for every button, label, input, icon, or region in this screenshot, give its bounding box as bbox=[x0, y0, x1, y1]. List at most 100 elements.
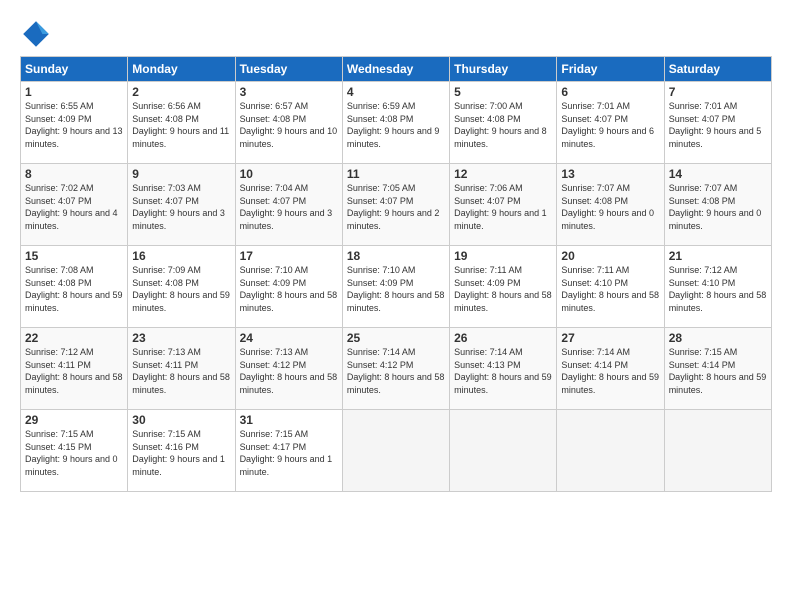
logo-icon bbox=[20, 18, 52, 50]
calendar-cell: 12 Sunrise: 7:06 AM Sunset: 4:07 PM Dayl… bbox=[450, 164, 557, 246]
day-detail: Sunrise: 7:14 AM Sunset: 4:14 PM Dayligh… bbox=[561, 346, 659, 396]
calendar-cell: 30 Sunrise: 7:15 AM Sunset: 4:16 PM Dayl… bbox=[128, 410, 235, 492]
calendar-week-row: 22 Sunrise: 7:12 AM Sunset: 4:11 PM Dayl… bbox=[21, 328, 772, 410]
day-detail: Sunrise: 6:55 AM Sunset: 4:09 PM Dayligh… bbox=[25, 100, 123, 150]
day-number: 7 bbox=[669, 85, 767, 99]
day-detail: Sunrise: 7:01 AM Sunset: 4:07 PM Dayligh… bbox=[561, 100, 659, 150]
day-number: 1 bbox=[25, 85, 123, 99]
day-detail: Sunrise: 7:05 AM Sunset: 4:07 PM Dayligh… bbox=[347, 182, 445, 232]
calendar-day-header: Thursday bbox=[450, 57, 557, 82]
calendar-cell: 18 Sunrise: 7:10 AM Sunset: 4:09 PM Dayl… bbox=[342, 246, 449, 328]
day-number: 19 bbox=[454, 249, 552, 263]
day-number: 13 bbox=[561, 167, 659, 181]
day-detail: Sunrise: 7:00 AM Sunset: 4:08 PM Dayligh… bbox=[454, 100, 552, 150]
calendar-cell: 20 Sunrise: 7:11 AM Sunset: 4:10 PM Dayl… bbox=[557, 246, 664, 328]
day-detail: Sunrise: 7:11 AM Sunset: 4:10 PM Dayligh… bbox=[561, 264, 659, 314]
calendar-cell: 5 Sunrise: 7:00 AM Sunset: 4:08 PM Dayli… bbox=[450, 82, 557, 164]
calendar-cell: 11 Sunrise: 7:05 AM Sunset: 4:07 PM Dayl… bbox=[342, 164, 449, 246]
calendar-week-row: 8 Sunrise: 7:02 AM Sunset: 4:07 PM Dayli… bbox=[21, 164, 772, 246]
calendar-cell bbox=[342, 410, 449, 492]
day-detail: Sunrise: 7:08 AM Sunset: 4:08 PM Dayligh… bbox=[25, 264, 123, 314]
calendar-cell: 24 Sunrise: 7:13 AM Sunset: 4:12 PM Dayl… bbox=[235, 328, 342, 410]
day-detail: Sunrise: 7:01 AM Sunset: 4:07 PM Dayligh… bbox=[669, 100, 767, 150]
calendar-cell: 27 Sunrise: 7:14 AM Sunset: 4:14 PM Dayl… bbox=[557, 328, 664, 410]
calendar-cell: 4 Sunrise: 6:59 AM Sunset: 4:08 PM Dayli… bbox=[342, 82, 449, 164]
calendar-cell: 6 Sunrise: 7:01 AM Sunset: 4:07 PM Dayli… bbox=[557, 82, 664, 164]
day-detail: Sunrise: 6:59 AM Sunset: 4:08 PM Dayligh… bbox=[347, 100, 445, 150]
day-number: 16 bbox=[132, 249, 230, 263]
calendar-cell: 10 Sunrise: 7:04 AM Sunset: 4:07 PM Dayl… bbox=[235, 164, 342, 246]
day-number: 20 bbox=[561, 249, 659, 263]
calendar-cell: 29 Sunrise: 7:15 AM Sunset: 4:15 PM Dayl… bbox=[21, 410, 128, 492]
day-number: 8 bbox=[25, 167, 123, 181]
calendar-cell: 3 Sunrise: 6:57 AM Sunset: 4:08 PM Dayli… bbox=[235, 82, 342, 164]
header bbox=[20, 18, 772, 50]
day-number: 2 bbox=[132, 85, 230, 99]
calendar-day-header: Saturday bbox=[664, 57, 771, 82]
logo bbox=[20, 18, 56, 50]
day-number: 18 bbox=[347, 249, 445, 263]
day-detail: Sunrise: 7:03 AM Sunset: 4:07 PM Dayligh… bbox=[132, 182, 230, 232]
calendar-day-header: Tuesday bbox=[235, 57, 342, 82]
day-detail: Sunrise: 7:14 AM Sunset: 4:13 PM Dayligh… bbox=[454, 346, 552, 396]
calendar-cell: 8 Sunrise: 7:02 AM Sunset: 4:07 PM Dayli… bbox=[21, 164, 128, 246]
day-number: 5 bbox=[454, 85, 552, 99]
day-number: 15 bbox=[25, 249, 123, 263]
day-detail: Sunrise: 7:14 AM Sunset: 4:12 PM Dayligh… bbox=[347, 346, 445, 396]
calendar-week-row: 29 Sunrise: 7:15 AM Sunset: 4:15 PM Dayl… bbox=[21, 410, 772, 492]
calendar-cell: 31 Sunrise: 7:15 AM Sunset: 4:17 PM Dayl… bbox=[235, 410, 342, 492]
day-number: 30 bbox=[132, 413, 230, 427]
calendar-day-header: Monday bbox=[128, 57, 235, 82]
calendar-cell: 9 Sunrise: 7:03 AM Sunset: 4:07 PM Dayli… bbox=[128, 164, 235, 246]
day-detail: Sunrise: 7:10 AM Sunset: 4:09 PM Dayligh… bbox=[240, 264, 338, 314]
day-detail: Sunrise: 7:10 AM Sunset: 4:09 PM Dayligh… bbox=[347, 264, 445, 314]
calendar-cell: 19 Sunrise: 7:11 AM Sunset: 4:09 PM Dayl… bbox=[450, 246, 557, 328]
day-number: 11 bbox=[347, 167, 445, 181]
day-number: 28 bbox=[669, 331, 767, 345]
calendar-cell: 17 Sunrise: 7:10 AM Sunset: 4:09 PM Dayl… bbox=[235, 246, 342, 328]
day-number: 25 bbox=[347, 331, 445, 345]
calendar-day-header: Friday bbox=[557, 57, 664, 82]
calendar-cell bbox=[557, 410, 664, 492]
calendar-week-row: 1 Sunrise: 6:55 AM Sunset: 4:09 PM Dayli… bbox=[21, 82, 772, 164]
calendar-cell: 21 Sunrise: 7:12 AM Sunset: 4:10 PM Dayl… bbox=[664, 246, 771, 328]
day-detail: Sunrise: 7:15 AM Sunset: 4:14 PM Dayligh… bbox=[669, 346, 767, 396]
calendar-day-header: Sunday bbox=[21, 57, 128, 82]
day-detail: Sunrise: 7:04 AM Sunset: 4:07 PM Dayligh… bbox=[240, 182, 338, 232]
day-number: 4 bbox=[347, 85, 445, 99]
day-number: 26 bbox=[454, 331, 552, 345]
calendar-cell: 16 Sunrise: 7:09 AM Sunset: 4:08 PM Dayl… bbox=[128, 246, 235, 328]
calendar-header-row: SundayMondayTuesdayWednesdayThursdayFrid… bbox=[21, 57, 772, 82]
day-detail: Sunrise: 7:06 AM Sunset: 4:07 PM Dayligh… bbox=[454, 182, 552, 232]
day-number: 10 bbox=[240, 167, 338, 181]
day-number: 23 bbox=[132, 331, 230, 345]
calendar-cell: 1 Sunrise: 6:55 AM Sunset: 4:09 PM Dayli… bbox=[21, 82, 128, 164]
calendar-cell: 2 Sunrise: 6:56 AM Sunset: 4:08 PM Dayli… bbox=[128, 82, 235, 164]
calendar-cell: 7 Sunrise: 7:01 AM Sunset: 4:07 PM Dayli… bbox=[664, 82, 771, 164]
calendar-cell: 26 Sunrise: 7:14 AM Sunset: 4:13 PM Dayl… bbox=[450, 328, 557, 410]
day-number: 27 bbox=[561, 331, 659, 345]
calendar-cell bbox=[664, 410, 771, 492]
day-detail: Sunrise: 7:11 AM Sunset: 4:09 PM Dayligh… bbox=[454, 264, 552, 314]
day-number: 6 bbox=[561, 85, 659, 99]
day-number: 9 bbox=[132, 167, 230, 181]
day-number: 14 bbox=[669, 167, 767, 181]
day-detail: Sunrise: 7:12 AM Sunset: 4:10 PM Dayligh… bbox=[669, 264, 767, 314]
day-detail: Sunrise: 7:09 AM Sunset: 4:08 PM Dayligh… bbox=[132, 264, 230, 314]
day-number: 22 bbox=[25, 331, 123, 345]
day-number: 21 bbox=[669, 249, 767, 263]
calendar-cell: 25 Sunrise: 7:14 AM Sunset: 4:12 PM Dayl… bbox=[342, 328, 449, 410]
day-detail: Sunrise: 6:57 AM Sunset: 4:08 PM Dayligh… bbox=[240, 100, 338, 150]
day-detail: Sunrise: 7:07 AM Sunset: 4:08 PM Dayligh… bbox=[669, 182, 767, 232]
day-detail: Sunrise: 7:15 AM Sunset: 4:17 PM Dayligh… bbox=[240, 428, 338, 478]
day-detail: Sunrise: 7:15 AM Sunset: 4:15 PM Dayligh… bbox=[25, 428, 123, 478]
calendar-cell: 15 Sunrise: 7:08 AM Sunset: 4:08 PM Dayl… bbox=[21, 246, 128, 328]
calendar-day-header: Wednesday bbox=[342, 57, 449, 82]
day-detail: Sunrise: 7:02 AM Sunset: 4:07 PM Dayligh… bbox=[25, 182, 123, 232]
day-number: 29 bbox=[25, 413, 123, 427]
day-detail: Sunrise: 7:07 AM Sunset: 4:08 PM Dayligh… bbox=[561, 182, 659, 232]
day-detail: Sunrise: 7:15 AM Sunset: 4:16 PM Dayligh… bbox=[132, 428, 230, 478]
calendar-cell: 22 Sunrise: 7:12 AM Sunset: 4:11 PM Dayl… bbox=[21, 328, 128, 410]
day-number: 24 bbox=[240, 331, 338, 345]
calendar: SundayMondayTuesdayWednesdayThursdayFrid… bbox=[20, 56, 772, 492]
